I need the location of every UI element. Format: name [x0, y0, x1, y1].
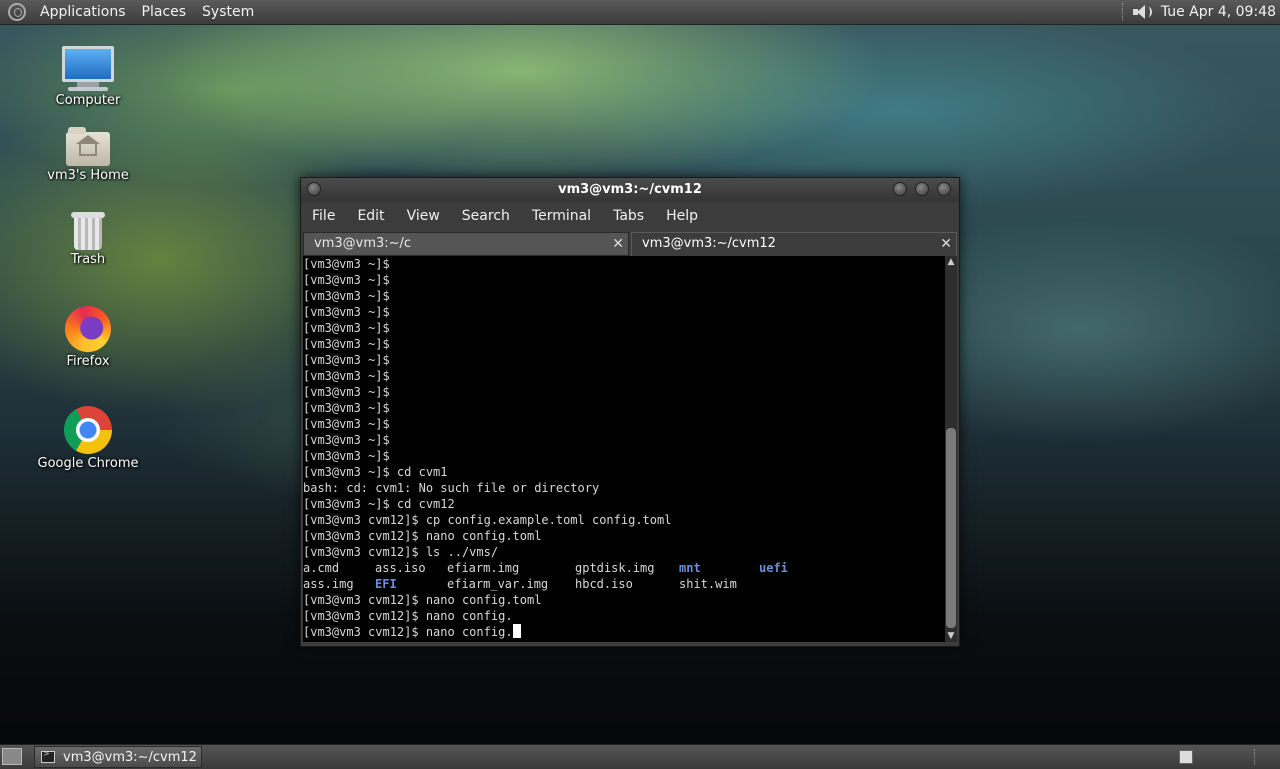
- terminal-output[interactable]: [vm3@vm3 ~]$ [vm3@vm3 ~]$ [vm3@vm3 ~]$ [vm3…: [303, 256, 945, 642]
- maximize-button[interactable]: [915, 182, 929, 196]
- text-cursor: [512, 624, 521, 638]
- terminal-line: [vm3@vm3 ~]$: [303, 401, 390, 415]
- terminal-line: [vm3@vm3 ~]$: [303, 305, 390, 319]
- terminal-line: [vm3@vm3 ~]$: [303, 433, 390, 447]
- terminal-line: [vm3@vm3 cvm12]$ nano config.toml: [303, 529, 542, 543]
- applications-menu[interactable]: Applications: [32, 0, 134, 24]
- terminal-line: bash: cd: cvm1: No such file or director…: [303, 481, 600, 495]
- trash-icon: [71, 212, 105, 250]
- window-title: vm3@vm3:~/cvm12: [558, 182, 702, 197]
- current-command: [vm3@vm3 cvm12]$ nano config.: [303, 625, 513, 639]
- scroll-down-icon[interactable]: ▼: [945, 630, 957, 642]
- ls-entry: ass.iso: [375, 561, 426, 575]
- volume-icon[interactable]: [1132, 4, 1152, 20]
- taskbar-button-terminal[interactable]: vm3@vm3:~/cvm12: [34, 746, 202, 768]
- terminal-history: [vm3@vm3 ~]$ [vm3@vm3 ~]$ [vm3@vm3 ~]$ [vm3…: [303, 256, 945, 560]
- distro-logo-icon[interactable]: [8, 3, 26, 21]
- panel-separator: [1121, 3, 1125, 21]
- ls-entry: efiarm_var.img: [447, 577, 549, 591]
- terminal-line: [vm3@vm3 ~]$ cd cvm12: [303, 497, 455, 511]
- tab-label: vm3@vm3:~/cvm12: [642, 236, 776, 251]
- terminal-line: [vm3@vm3 ~]$: [303, 321, 390, 335]
- close-button[interactable]: [937, 182, 951, 196]
- terminal-line: [vm3@vm3 ~]$: [303, 369, 390, 383]
- terminal-menubar: File Edit View Search Terminal Tabs Help: [301, 202, 959, 230]
- terminal-line: [vm3@vm3 ~]$: [303, 449, 390, 463]
- computer-icon: [28, 46, 148, 91]
- terminal-line: [vm3@vm3 cvm12]$ nano config.toml: [303, 593, 542, 607]
- desktop-icon-chrome[interactable]: Google Chrome: [28, 406, 148, 471]
- window-titlebar[interactable]: vm3@vm3:~/cvm12: [301, 178, 959, 202]
- ls-entry: shit.wim: [679, 577, 737, 591]
- desktop-icon-home[interactable]: vm3's Home: [28, 127, 148, 183]
- desktop-icon-label: vm3's Home: [47, 168, 129, 183]
- tab-close-icon[interactable]: ✕: [940, 233, 952, 255]
- desktop-icon-computer[interactable]: Computer: [28, 46, 148, 108]
- chrome-icon: [64, 406, 112, 454]
- ls-output-row: ass.img EFI efiarm_var.img hbcd.iso shit.wim: [303, 576, 945, 592]
- ls-entry: a.cmd: [303, 561, 340, 575]
- terminal-line: [vm3@vm3 ~]$: [303, 353, 390, 367]
- menu-view[interactable]: View: [396, 208, 451, 224]
- ls-entry: efiarm.img: [447, 561, 520, 575]
- menu-edit[interactable]: Edit: [346, 208, 395, 224]
- menu-terminal[interactable]: Terminal: [521, 208, 602, 224]
- terminal-line: [vm3@vm3 ~]$ cd cvm1: [303, 465, 448, 479]
- ls-entry: gptdisk.img: [575, 561, 655, 575]
- ls-entry-dir: mnt: [679, 561, 701, 575]
- firefox-icon: [65, 306, 111, 352]
- scroll-up-icon[interactable]: ▲: [945, 256, 957, 268]
- ls-output-row: a.cmd ass.iso efiarm.img gptdisk.img mnt uefi: [303, 560, 945, 576]
- scrollbar-thumb[interactable]: [946, 428, 956, 628]
- top-panel: Applications Places System Tue Apr 4, 09…: [0, 0, 1280, 25]
- tab-close-icon[interactable]: ✕: [612, 233, 624, 255]
- tab-1[interactable]: vm3@vm3:~/c ✕: [303, 232, 629, 256]
- clock[interactable]: Tue Apr 4, 09:48: [1161, 4, 1276, 20]
- terminal-line: [vm3@vm3 ~]$: [303, 273, 390, 287]
- show-desktop-icon[interactable]: [2, 748, 22, 765]
- desktop-icon-firefox[interactable]: Firefox: [28, 306, 148, 369]
- desktop-icon-label: Firefox: [66, 354, 110, 369]
- panel-separator: [1254, 749, 1275, 765]
- tab-label: vm3@vm3:~/c: [314, 236, 412, 251]
- terminal-line: [vm3@vm3 ~]$: [303, 385, 390, 399]
- terminal-line: [vm3@vm3 ~]$: [303, 257, 390, 271]
- terminal-prompt-line: [vm3@vm3 cvm12]$ nano config.: [303, 624, 945, 640]
- home-folder-icon: [66, 127, 110, 166]
- desktop-icon-label: Trash: [70, 252, 106, 267]
- taskbar-label: vm3@vm3:~/cvm12: [63, 749, 197, 765]
- terminal-line: [vm3@vm3 ~]$: [303, 417, 390, 431]
- desktop-icon-label: Computer: [55, 93, 121, 108]
- terminal-line: [vm3@vm3 cvm12]$ cp config.example.toml …: [303, 513, 672, 527]
- terminal-scrollbar[interactable]: ▲ ▼: [945, 256, 957, 642]
- menu-file[interactable]: File: [301, 208, 346, 224]
- tab-2[interactable]: vm3@vm3:~/cvm12 ✕: [631, 232, 957, 256]
- workspace-switcher[interactable]: [1179, 750, 1193, 764]
- places-menu[interactable]: Places: [134, 0, 195, 24]
- minimize-button[interactable]: [893, 182, 907, 196]
- top-panel-tray: Tue Apr 4, 09:48: [1121, 0, 1276, 24]
- menu-search[interactable]: Search: [451, 208, 521, 224]
- menu-help[interactable]: Help: [655, 208, 709, 224]
- terminal-tabs: vm3@vm3:~/c ✕ vm3@vm3:~/cvm12 ✕: [301, 232, 959, 256]
- system-menu[interactable]: System: [194, 0, 262, 24]
- ls-entry: hbcd.iso: [575, 577, 633, 591]
- terminal-line: [vm3@vm3 ~]$: [303, 289, 390, 303]
- ls-entry-dir: EFI: [375, 577, 397, 591]
- desktop-icon-trash[interactable]: Trash: [28, 210, 148, 267]
- terminal-icon: [41, 749, 55, 763]
- menu-tabs[interactable]: Tabs: [602, 208, 655, 224]
- ls-entry-dir: uefi: [759, 561, 788, 575]
- terminal-line: [vm3@vm3 cvm12]$ nano config.: [303, 609, 513, 623]
- terminal-line: [vm3@vm3 ~]$: [303, 337, 390, 351]
- ls-entry: ass.img: [303, 577, 354, 591]
- terminal-line: [vm3@vm3 cvm12]$ ls ../vms/: [303, 545, 499, 559]
- bottom-panel: vm3@vm3:~/cvm12: [0, 744, 1280, 769]
- terminal-window: vm3@vm3:~/cvm12 File Edit View Search Te…: [300, 177, 960, 647]
- desktop-icon-label: Google Chrome: [37, 456, 139, 471]
